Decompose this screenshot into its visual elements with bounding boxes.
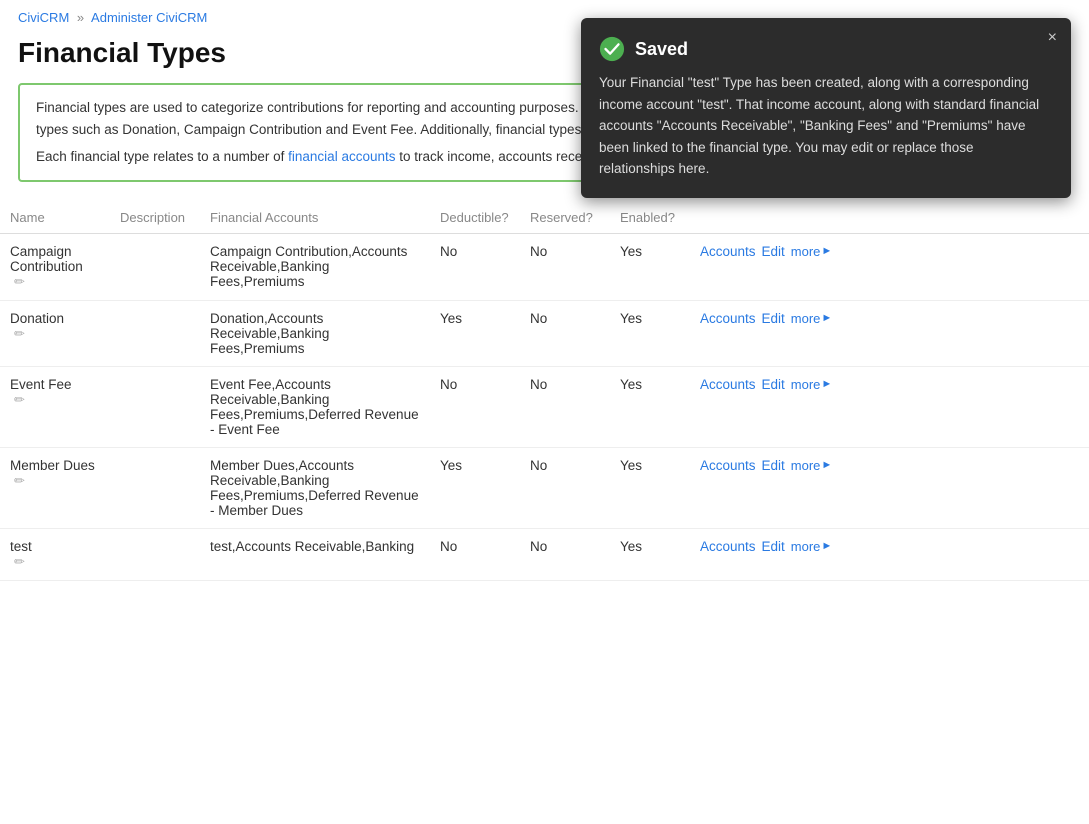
breadcrumb-civicrm[interactable]: CiviCRM xyxy=(18,10,69,25)
edit-link[interactable]: Edit xyxy=(762,539,785,554)
col-header-deductible: Deductible? xyxy=(430,202,520,234)
row-financial-accounts: Member Dues,Accounts Receivable,Banking … xyxy=(200,447,430,528)
accounts-link[interactable]: Accounts xyxy=(700,539,756,554)
row-actions: Accounts Edit more► xyxy=(690,300,1089,366)
more-arrow-icon: ► xyxy=(821,245,832,257)
breadcrumb-sep: » xyxy=(77,10,84,25)
more-link[interactable]: more► xyxy=(791,458,833,473)
edit-icon[interactable]: ✏ xyxy=(14,473,100,489)
col-header-financial-accounts: Financial Accounts xyxy=(200,202,430,234)
more-arrow-icon: ► xyxy=(821,312,832,324)
col-header-enabled: Enabled? xyxy=(610,202,690,234)
row-actions: Accounts Edit more► xyxy=(690,366,1089,447)
accounts-link[interactable]: Accounts xyxy=(700,244,756,259)
row-name: Event Fee xyxy=(10,377,100,392)
col-header-actions xyxy=(690,202,1089,234)
table-row: test ✏ test,Accounts Receivable,BankingN… xyxy=(0,528,1089,580)
financial-types-table: Name Description Financial Accounts Dedu… xyxy=(0,202,1089,581)
row-description xyxy=(110,366,200,447)
row-deductible: No xyxy=(430,528,520,580)
row-reserved: No xyxy=(520,366,610,447)
edit-icon[interactable]: ✏ xyxy=(14,392,100,408)
row-actions: Accounts Edit more► xyxy=(690,233,1089,300)
accounts-link[interactable]: Accounts xyxy=(700,311,756,326)
more-arrow-icon: ► xyxy=(821,459,832,471)
more-arrow-icon: ► xyxy=(821,540,832,552)
row-name: test xyxy=(10,539,100,554)
check-icon xyxy=(599,36,625,62)
row-financial-accounts: Campaign Contribution,Accounts Receivabl… xyxy=(200,233,430,300)
edit-link[interactable]: Edit xyxy=(762,458,785,473)
toast-close-button[interactable]: × xyxy=(1048,30,1057,46)
row-reserved: No xyxy=(520,300,610,366)
edit-link[interactable]: Edit xyxy=(762,244,785,259)
toast-body: Your Financial "test" Type has been crea… xyxy=(599,72,1051,180)
more-arrow-icon: ► xyxy=(821,378,832,390)
more-link[interactable]: more► xyxy=(791,539,833,554)
row-reserved: No xyxy=(520,528,610,580)
edit-icon[interactable]: ✏ xyxy=(14,326,100,342)
toast-notification: Saved × Your Financial "test" Type has b… xyxy=(581,18,1071,198)
edit-link[interactable]: Edit xyxy=(762,377,785,392)
row-financial-accounts: Donation,Accounts Receivable,Banking Fee… xyxy=(200,300,430,366)
table-row: Event Fee ✏ Event Fee,Accounts Receivabl… xyxy=(0,366,1089,447)
col-header-reserved: Reserved? xyxy=(520,202,610,234)
row-actions: Accounts Edit more► xyxy=(690,528,1089,580)
row-description xyxy=(110,447,200,528)
more-link[interactable]: more► xyxy=(791,311,833,326)
row-name: Member Dues xyxy=(10,458,100,473)
more-link[interactable]: more► xyxy=(791,377,833,392)
row-description xyxy=(110,233,200,300)
row-deductible: Yes xyxy=(430,300,520,366)
edit-icon[interactable]: ✏ xyxy=(14,554,100,570)
table-row: Member Dues ✏ Member Dues,Accounts Recei… xyxy=(0,447,1089,528)
row-enabled: Yes xyxy=(610,300,690,366)
col-header-description: Description xyxy=(110,202,200,234)
breadcrumb-admin[interactable]: Administer CiviCRM xyxy=(91,10,207,25)
edit-link[interactable]: Edit xyxy=(762,311,785,326)
row-reserved: No xyxy=(520,447,610,528)
col-header-name: Name xyxy=(0,202,110,234)
row-financial-accounts: Event Fee,Accounts Receivable,Banking Fe… xyxy=(200,366,430,447)
row-deductible: No xyxy=(430,233,520,300)
row-description xyxy=(110,300,200,366)
row-enabled: Yes xyxy=(610,447,690,528)
row-description xyxy=(110,528,200,580)
row-deductible: No xyxy=(430,366,520,447)
row-deductible: Yes xyxy=(430,447,520,528)
row-enabled: Yes xyxy=(610,366,690,447)
row-reserved: No xyxy=(520,233,610,300)
row-financial-accounts: test,Accounts Receivable,Banking xyxy=(200,528,430,580)
toast-header: Saved xyxy=(599,36,1051,62)
row-enabled: Yes xyxy=(610,528,690,580)
row-name: Donation xyxy=(10,311,100,326)
accounts-link[interactable]: Accounts xyxy=(700,377,756,392)
table-row: Campaign Contribution ✏ Campaign Contrib… xyxy=(0,233,1089,300)
info-text-2: Each financial type relates to a number … xyxy=(36,149,288,164)
edit-icon[interactable]: ✏ xyxy=(14,274,100,290)
accounts-link[interactable]: Accounts xyxy=(700,458,756,473)
financial-accounts-link[interactable]: financial accounts xyxy=(288,149,395,164)
toast-title: Saved xyxy=(635,39,688,60)
table-row: Donation ✏ Donation,Accounts Receivable,… xyxy=(0,300,1089,366)
more-link[interactable]: more► xyxy=(791,244,833,259)
row-actions: Accounts Edit more► xyxy=(690,447,1089,528)
row-enabled: Yes xyxy=(610,233,690,300)
row-name: Campaign Contribution xyxy=(10,244,100,274)
